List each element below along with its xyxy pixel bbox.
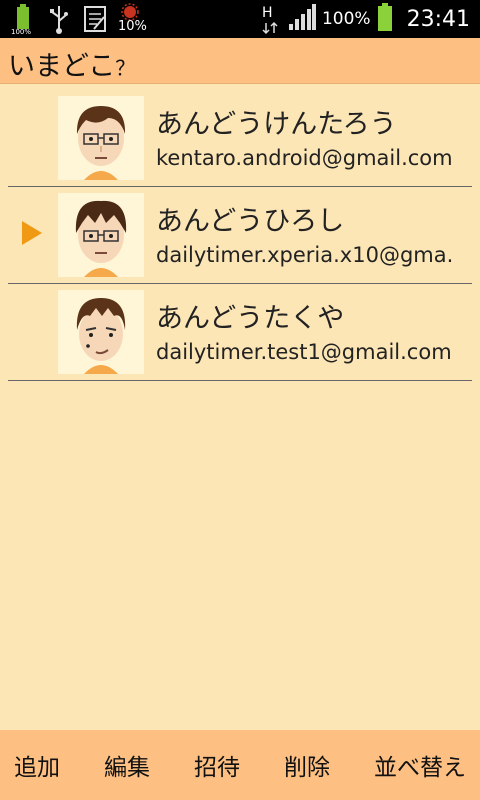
battery-percent: 100%: [321, 9, 371, 29]
sort-button[interactable]: 並べ替え: [374, 748, 466, 782]
contact-name: あんどうたくや: [156, 303, 345, 334]
usb-icon: [46, 3, 72, 35]
status-right: H 100% 23:41: [260, 0, 470, 38]
network-type-icon: H: [260, 3, 282, 35]
battery-icon: [377, 3, 393, 35]
status-bar: 100% 10% H 100% 23:41: [0, 0, 480, 38]
contact-row[interactable]: あんどうたくや dailytimer.test1@gmail.com: [0, 284, 480, 381]
avatar: [58, 193, 144, 277]
edit-button[interactable]: 編集: [104, 748, 150, 782]
svg-text:100%: 100%: [11, 28, 31, 35]
add-button[interactable]: 追加: [14, 748, 60, 782]
delete-button[interactable]: 削除: [284, 748, 330, 782]
virus-icon: 10%: [118, 3, 148, 35]
signal-icon: [288, 4, 316, 34]
battery-100-icon: 100%: [10, 3, 36, 36]
contact-row[interactable]: あんどうけんたろう kentaro.android@gmail.com: [0, 90, 480, 187]
app-title-text: いまどこ: [8, 51, 116, 82]
contact-email: dailytimer.test1@gmail.com: [156, 340, 452, 364]
app-title-suffix: ？: [115, 56, 136, 80]
contact-row[interactable]: あんどうひろし dailytimer.xperia.x10@gma.: [0, 187, 480, 284]
small-percent-label: 10%: [118, 19, 147, 34]
row-divider: [8, 380, 472, 381]
avatar: [58, 290, 144, 374]
app-title: いまどこ？: [8, 44, 135, 83]
clipboard-icon: [82, 3, 108, 35]
contact-email: dailytimer.xperia.x10@gma.: [156, 243, 454, 267]
avatar: [58, 96, 144, 180]
selected-marker-icon: [22, 221, 42, 245]
invite-button[interactable]: 招待: [194, 748, 240, 782]
clock: 23:41: [406, 6, 470, 32]
title-bar: いまどこ？: [0, 38, 480, 84]
contact-name: あんどうけんたろう: [156, 109, 397, 140]
contact-name: あんどうひろし: [156, 206, 345, 237]
contact-list: あんどうけんたろう kentaro.android@gmail.com あんどう…: [0, 90, 480, 381]
contact-email: kentaro.android@gmail.com: [156, 146, 453, 170]
status-left-icons: 100% 10%: [10, 3, 148, 36]
bottom-toolbar: 追加 編集 招待 削除 並べ替え: [0, 730, 480, 800]
